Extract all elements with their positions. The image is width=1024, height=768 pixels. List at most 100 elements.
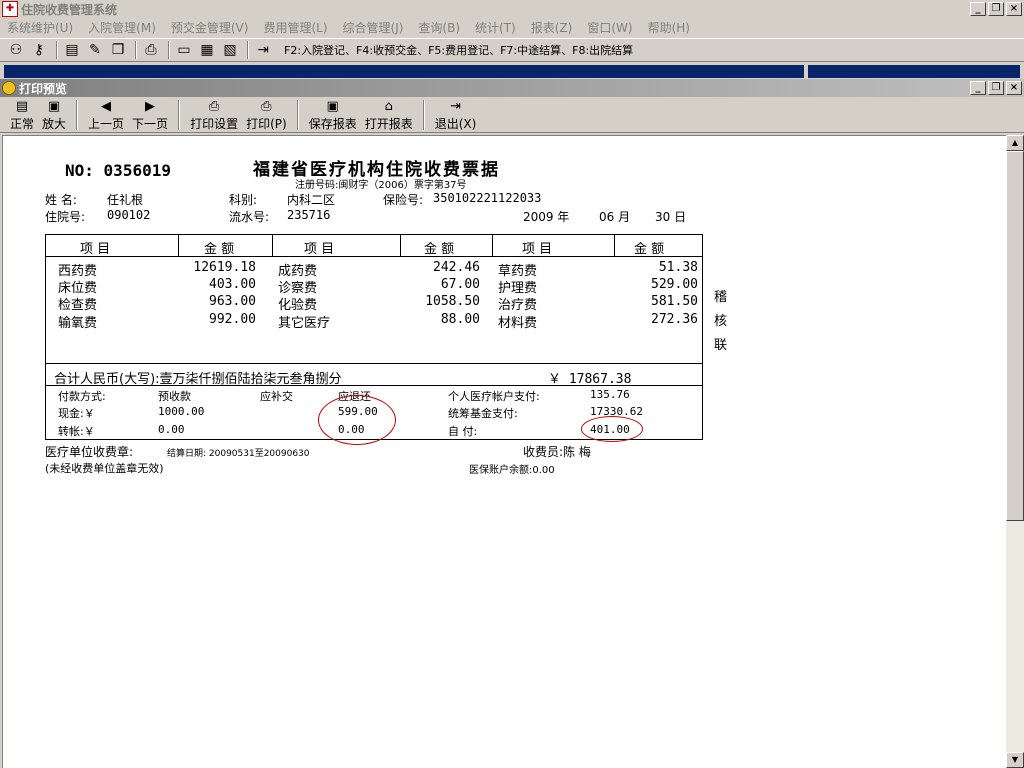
personal-account-value: 135.76 — [590, 388, 630, 401]
fee-item-name: 治疗费 — [498, 298, 538, 313]
toolbar-separator — [135, 41, 137, 59]
vertical-scrollbar[interactable]: ▲ ▼ — [1006, 135, 1024, 768]
next-page-button[interactable]: ▶ 下一页 — [128, 98, 172, 132]
insurance-balance: 医保账户余额:0.00 — [469, 465, 555, 476]
col-divider — [178, 235, 179, 257]
main-toolbar: ⚇ ⚷ ▤ ✎ ❐ ⎙ ▭ ▦ ▧ ⇥ F2:入院登记、F4:收预交金、F5:费… — [0, 38, 1024, 62]
fee-item-amount: 529.00 — [651, 277, 698, 292]
fund-label: 统筹基金支付: — [448, 407, 518, 420]
print-setup-button[interactable]: ⎙ 打印设置 — [186, 98, 242, 132]
fee-item-amount: 12619.18 — [193, 260, 256, 275]
save-report-button[interactable]: ▣ 保存报表 — [305, 98, 361, 132]
background-mdi-windows — [0, 64, 1024, 78]
col-amount-2: 金 额 — [424, 242, 455, 257]
insurance-number: 350102221122033 — [433, 191, 542, 205]
preview-window-icon — [2, 81, 16, 95]
menu-deposit[interactable]: 预交金管理(V) — [164, 19, 257, 36]
key-icon[interactable]: ⚷ — [29, 40, 49, 60]
menu-general[interactable]: 综合管理(J) — [336, 19, 412, 36]
toolbar-separator — [168, 41, 170, 59]
form-icon[interactable]: ▧ — [220, 40, 240, 60]
toolbar-separator — [247, 41, 249, 59]
side-char: 稽 — [714, 290, 728, 305]
menu-fees[interactable]: 费用管理(L) — [256, 19, 335, 36]
settlement-dates: 结算日期: 20090531至20090630 — [167, 449, 310, 459]
fee-item-name: 检查费 — [58, 298, 98, 313]
preview-window-controls: _ ❐ × — [970, 81, 1022, 95]
exit-icon: ⇥ — [450, 98, 461, 114]
patient-name: 任礼根 — [107, 193, 144, 207]
save-icon: ▣ — [326, 98, 339, 114]
menu-system[interactable]: 系统维护(U) — [0, 19, 81, 36]
scroll-thumb[interactable] — [1006, 151, 1024, 521]
save-report-label: 保存报表 — [308, 116, 357, 131]
background-window-right — [808, 65, 1020, 78]
fee-table: 项 目 金 额 项 目 金 额 项 目 金 额 西药费 12619.18 成药费… — [45, 234, 703, 445]
shortcut-hint: F2:入院登记、F4:收预交金、F5:费用登记、F7:中途结算、F8:出院结算 — [284, 44, 634, 57]
col-item-2: 项 目 — [304, 242, 335, 257]
cashier: 收费员:陈 梅 — [523, 445, 591, 459]
date-month: 06 月 — [599, 210, 631, 224]
open-report-button[interactable]: ⌂ 打开报表 — [361, 98, 417, 132]
fee-item-amount: 67.00 — [440, 277, 480, 292]
menu-query[interactable]: 查询(B) — [411, 19, 468, 36]
exit-button[interactable]: ⇥ 退出(X) — [431, 98, 481, 132]
menu-reports[interactable]: 报表(Z) — [524, 19, 581, 36]
restore-button[interactable]: ❐ — [988, 2, 1004, 16]
menu-statistics[interactable]: 统计(T) — [468, 19, 524, 36]
exit-icon[interactable]: ⇥ — [253, 40, 273, 60]
inpatient-number: 090102 — [107, 208, 151, 222]
menu-admission[interactable]: 入院管理(M) — [81, 19, 164, 36]
close-button[interactable]: × — [1006, 2, 1022, 16]
users-icon[interactable]: ⚇ — [6, 40, 26, 60]
left-arrow-icon: ◀ — [101, 98, 112, 114]
hospital-app-icon: ✚ — [2, 1, 18, 17]
zoom-in-button[interactable]: ▣ 放大 — [38, 98, 70, 132]
document-icon[interactable]: ▤ — [62, 40, 82, 60]
preview-close-button[interactable]: × — [1006, 81, 1022, 95]
menu-help[interactable]: 帮助(H) — [641, 19, 698, 36]
zoom-in-label: 放大 — [42, 116, 67, 131]
fee-table-header: 项 目 金 额 项 目 金 额 项 目 金 额 — [46, 235, 702, 257]
cash-value: 1000.00 — [158, 405, 205, 418]
printer-icon[interactable]: ⎙ — [141, 40, 161, 60]
inpatient-label: 住院号: — [45, 210, 86, 224]
col-divider — [272, 235, 273, 257]
receipt-number: NO: 0356019 — [65, 161, 171, 180]
fee-item-name: 化验费 — [278, 298, 318, 313]
col-item-1: 项 目 — [80, 242, 111, 257]
right-arrow-icon: ▶ — [145, 98, 156, 114]
scroll-up-arrow[interactable]: ▲ — [1006, 135, 1024, 151]
toolbar-separator — [296, 99, 299, 130]
calculator-icon[interactable]: ▦ — [197, 40, 217, 60]
fee-item-amount: 1058.50 — [425, 294, 480, 309]
fee-item-amount: 403.00 — [209, 277, 256, 292]
card-icon[interactable]: ▭ — [174, 40, 194, 60]
table-divider — [46, 363, 702, 364]
copy-icon[interactable]: ❐ — [108, 40, 128, 60]
printer-icon: ⎙ — [261, 98, 272, 114]
preview-minimize-button[interactable]: _ — [970, 81, 986, 95]
edit-icon[interactable]: ✎ — [85, 40, 105, 60]
toolbar-separator — [56, 41, 58, 59]
menu-bar: 系统维护(U) 入院管理(M) 预交金管理(V) 费用管理(L) 综合管理(J)… — [0, 18, 1024, 37]
col-amount-1: 金 额 — [204, 242, 235, 257]
registration-code: 注册号码:闽财字（2006）票字第37号 — [295, 180, 467, 191]
prev-page-button[interactable]: ◀ 上一页 — [84, 98, 128, 132]
dept-label: 科别: — [229, 193, 258, 207]
minimize-button[interactable]: _ — [970, 2, 986, 16]
insurance-label: 保险号: — [383, 193, 424, 207]
next-page-label: 下一页 — [132, 116, 169, 131]
normal-view-button[interactable]: ▤ 正常 — [6, 98, 38, 132]
personal-account-label: 个人医疗帐户支付: — [448, 390, 540, 403]
menu-window[interactable]: 窗口(W) — [580, 19, 640, 36]
date-day: 30 日 — [655, 210, 687, 224]
print-button[interactable]: ⎙ 打印(P) — [242, 98, 291, 132]
receipt-no-value: 0356019 — [103, 161, 171, 180]
fee-item-amount: 581.50 — [651, 294, 698, 309]
scroll-down-arrow[interactable]: ▼ — [1006, 752, 1024, 768]
preview-restore-button[interactable]: ❐ — [988, 81, 1004, 95]
stamp-label: 医疗单位收费章: — [45, 445, 134, 459]
fee-item-amount: 88.00 — [440, 312, 480, 327]
supplement-label: 应补交 — [260, 390, 293, 403]
